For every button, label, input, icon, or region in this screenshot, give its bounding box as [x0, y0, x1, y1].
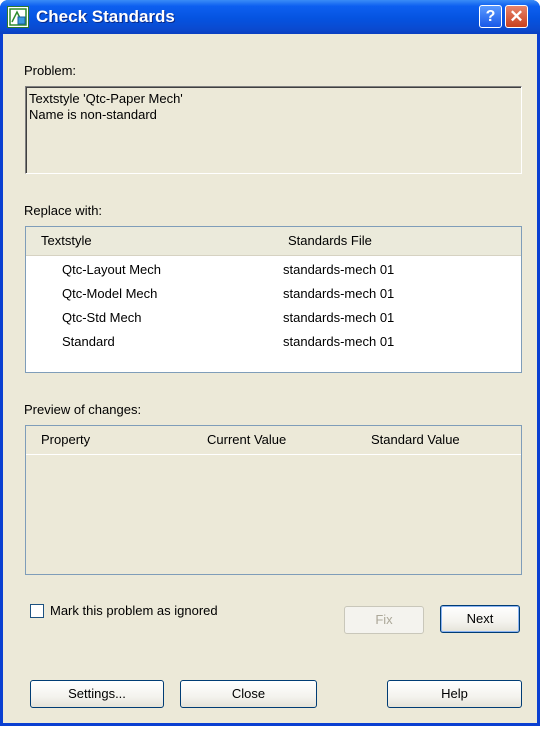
standards-file-name: standards-mech 01 [283, 262, 395, 277]
column-header-standards-file[interactable]: Standards File [288, 233, 372, 248]
check-standards-dialog: Check Standards ? ✕ Problem: Textstyle '… [0, 0, 540, 726]
problem-line-1: Textstyle 'Qtc-Paper Mech' [29, 91, 183, 106]
textstyle-name: Qtc-Model Mech [62, 286, 158, 301]
standards-file-name: standards-mech 01 [283, 334, 395, 349]
replace-with-label: Replace with: [24, 203, 103, 218]
replace-with-list[interactable]: Textstyle Standards File Qtc-Layout Mech… [25, 226, 522, 373]
preview-of-changes-list[interactable]: Property Current Value Standard Value [25, 425, 522, 575]
problem-line-2: Name is non-standard [29, 107, 157, 122]
standards-file-name: standards-mech 01 [283, 286, 395, 301]
check-standards-icon [7, 6, 29, 28]
replace-list-header: Textstyle Standards File [26, 227, 521, 256]
settings-button[interactable]: Settings... [30, 680, 164, 708]
window-title: Check Standards [36, 7, 175, 26]
column-header-property[interactable]: Property [41, 432, 90, 447]
problem-label: Problem: [24, 63, 77, 78]
standards-file-name: standards-mech 01 [283, 310, 395, 325]
column-header-textstyle[interactable]: Textstyle [41, 233, 92, 248]
title-bar[interactable]: Check Standards ? ✕ [0, 0, 540, 34]
close-button[interactable]: Close [180, 680, 317, 708]
column-header-current-value[interactable]: Current Value [207, 432, 286, 447]
mark-ignored-label[interactable]: Mark this problem as ignored [50, 603, 218, 618]
help-title-button[interactable]: ? [479, 5, 502, 28]
textstyle-name: Qtc-Layout Mech [62, 262, 161, 277]
column-header-standard-value[interactable]: Standard Value [371, 432, 460, 447]
textstyle-name: Qtc-Std Mech [62, 310, 142, 325]
next-button[interactable]: Next [440, 605, 520, 633]
problem-box: Textstyle 'Qtc-Paper Mech' Name is non-s… [25, 86, 522, 174]
textstyle-name: Standard [62, 334, 115, 349]
preview-list-header: Property Current Value Standard Value [26, 426, 521, 455]
preview-of-changes-label: Preview of changes: [24, 402, 142, 417]
close-title-button[interactable]: ✕ [505, 5, 528, 28]
help-button[interactable]: Help [387, 680, 522, 708]
fix-button[interactable]: Fix [344, 606, 424, 634]
mark-ignored-checkbox[interactable] [30, 604, 44, 618]
